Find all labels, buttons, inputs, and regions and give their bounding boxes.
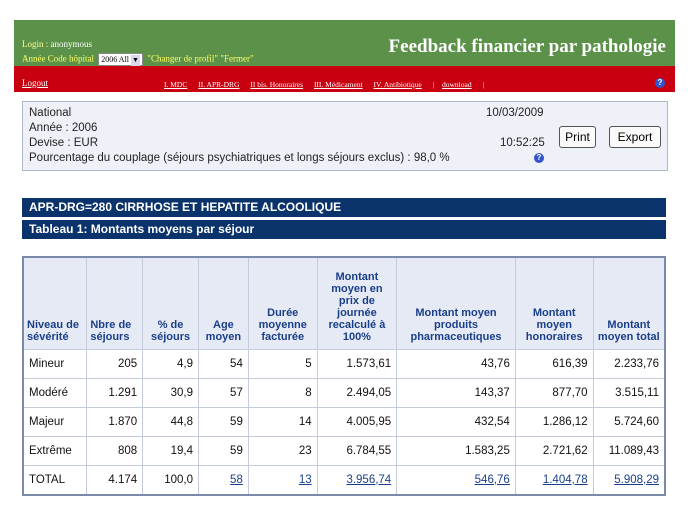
app-header: Login : anonymous Année Code hôpital 200… (14, 20, 675, 82)
header-severity: Niveau de sévérité (22, 256, 88, 350)
table-row: Modéré 1.291 30,9 57 8 2.494,05 143,37 8… (22, 377, 666, 408)
print-button[interactable]: Print (559, 126, 596, 148)
nav-item-apr-drg[interactable]: II. APR-DRG (198, 80, 239, 89)
amounts-table: Niveau de sévérité Nbre de séjours % de … (22, 256, 666, 496)
cell-stays: 1.870 (86, 406, 144, 437)
total-age-link[interactable]: 58 (197, 464, 249, 495)
currency-text: Devise : EUR (29, 137, 99, 149)
header-duration: Durée moyenne facturée (247, 256, 318, 350)
nav-menu: I. MDC II. APR-DRG II bis. Honoraires II… (164, 80, 490, 89)
table-total-row: TOTAL 4.174 100,0 58 13 3.956,74 546,76 … (22, 464, 666, 495)
header-total: Montant moyen total (592, 256, 666, 350)
cell-day-price: 6.784,55 (316, 435, 398, 466)
header-pharma: Montant moyen produits pharmaceutiques (396, 256, 516, 350)
total-duration-link[interactable]: 13 (247, 464, 318, 495)
total-pharma-link[interactable]: 546,76 (396, 464, 516, 495)
nav-item-medicament[interactable]: III. Médicament (314, 80, 363, 89)
cell-severity: Extrême (22, 435, 88, 466)
table-title: Tableau 1: Montants moyens par séjour (22, 220, 666, 239)
report-time: 10:52:25 (500, 137, 545, 149)
cell-duration: 23 (247, 435, 318, 466)
help-icon[interactable]: ? (655, 78, 665, 88)
total-fees-link[interactable]: 1.404,78 (514, 464, 594, 495)
close-link[interactable]: "Fermer" (220, 54, 253, 64)
cell-stays: 1.291 (86, 377, 144, 408)
login-value: anonymous (50, 39, 93, 49)
cell-total: 11.089,43 (592, 435, 666, 466)
header-day-price: Montant moyen en prix de journée recalcu… (316, 256, 398, 350)
nav-item-honoraires[interactable]: II bis. Honoraires (250, 80, 303, 89)
year-text: Année : 2006 (29, 122, 98, 134)
table-row: Mineur 205 4,9 54 5 1.573,61 43,76 616,3… (22, 348, 666, 379)
cell-day-price: 2.494,05 (316, 377, 398, 408)
cell-day-price: 4.005,95 (316, 406, 398, 437)
export-button[interactable]: Export (609, 126, 661, 148)
help-icon[interactable]: ? (534, 153, 544, 163)
cell-stays: 808 (86, 435, 144, 466)
total-amount-link[interactable]: 5.908,29 (592, 464, 666, 495)
header-fees: Montant moyen honoraires (514, 256, 594, 350)
table-header-row: Niveau de sévérité Nbre de séjours % de … (22, 256, 666, 350)
scope-text: National (29, 107, 72, 119)
cell-severity: Modéré (22, 377, 88, 408)
cell-age: 57 (197, 377, 249, 408)
header-stays: Nbre de séjours (86, 256, 144, 350)
cell-stays: 205 (86, 348, 144, 379)
cell-pharma: 432,54 (396, 406, 516, 437)
cell-duration: 5 (247, 348, 318, 379)
cell-severity: Mineur (22, 348, 88, 379)
cell-total: 5.724,60 (592, 406, 666, 437)
cell-total-stays: 4.174 (86, 464, 144, 495)
cell-pct: 19,4 (142, 435, 199, 466)
cell-pct: 4,9 (142, 348, 199, 379)
coupling-percentage-text: Pourcentage du couplage (séjours psychia… (29, 152, 450, 164)
main-nav: Logout I. MDC II. APR-DRG II bis. Honora… (14, 66, 675, 92)
hospital-selector-row: Année Code hôpital 2006 All ▼ "Changer de… (22, 53, 254, 66)
cell-pharma: 43,76 (396, 348, 516, 379)
cell-total: 2.233,76 (592, 348, 666, 379)
chevron-down-icon: ▼ (131, 55, 141, 66)
drg-title: APR-DRG=280 CIRRHOSE ET HEPATITE ALCOOLI… (22, 198, 666, 217)
cell-total-label: TOTAL (22, 464, 88, 495)
cell-pharma: 1.583,25 (396, 435, 516, 466)
total-day-price-link[interactable]: 3.956,74 (316, 464, 398, 495)
header-pct-stays: % de séjours (142, 256, 199, 350)
nav-item-antibiotique[interactable]: IV. Antibiotique (374, 80, 422, 89)
cell-pct: 30,9 (142, 377, 199, 408)
cell-age: 54 (197, 348, 249, 379)
cell-duration: 14 (247, 406, 318, 437)
cell-total-pct: 100,0 (142, 464, 199, 495)
report-date: 10/03/2009 (486, 107, 544, 119)
hospital-label: Année Code hôpital (22, 53, 94, 64)
login-label: Login : (22, 39, 49, 49)
cell-pharma: 143,37 (396, 377, 516, 408)
cell-day-price: 1.573,61 (316, 348, 398, 379)
cell-age: 59 (197, 435, 249, 466)
hospital-select-value: 2006 All (101, 55, 130, 64)
page-title: Feedback financier par pathologie (388, 36, 666, 57)
cell-total: 3.515,11 (592, 377, 666, 408)
cell-fees: 877,70 (514, 377, 594, 408)
cell-pct: 44,8 (142, 406, 199, 437)
table-row: Extrême 808 19,4 59 23 6.784,55 1.583,25… (22, 435, 666, 466)
cell-fees: 2.721,62 (514, 435, 594, 466)
cell-fees: 616,39 (514, 348, 594, 379)
cell-duration: 8 (247, 377, 318, 408)
cell-age: 59 (197, 406, 249, 437)
report-info-panel: National Année : 2006 Devise : EUR Pourc… (22, 101, 668, 171)
nav-separator: | (432, 80, 435, 89)
change-profile-link[interactable]: "Changer de profil" (147, 54, 218, 64)
logout-link[interactable]: Logout (22, 78, 48, 88)
hospital-select[interactable]: 2006 All ▼ (98, 53, 144, 66)
nav-item-mdc[interactable]: I. MDC (164, 80, 187, 89)
download-link[interactable]: download (442, 80, 472, 89)
header-age: Age moyen (197, 256, 249, 350)
cell-fees: 1.286,12 (514, 406, 594, 437)
nav-separator: | (482, 80, 484, 89)
login-info: Login : anonymous (22, 39, 92, 49)
cell-severity: Majeur (22, 406, 88, 437)
table-row: Majeur 1.870 44,8 59 14 4.005,95 432,54 … (22, 406, 666, 437)
